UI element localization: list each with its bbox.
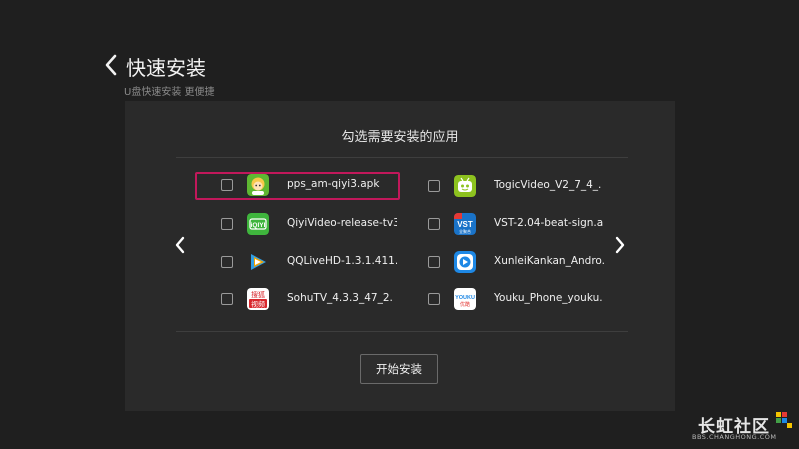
- app-name: VST-2.04-beat-sign.a.: [494, 217, 604, 229]
- sohu-icon-label-top: 搜狐: [251, 290, 265, 299]
- pps-icon: [247, 174, 269, 196]
- iqiyi-icon-label: iQIYI: [251, 222, 266, 229]
- page-title: 快速安装: [126, 56, 206, 80]
- youku-icon-sublabel: 优酷: [460, 301, 470, 308]
- xunlei-icon: [454, 251, 476, 273]
- back-button[interactable]: [100, 52, 122, 78]
- app-name: TogicVideo_V2_7_4_.: [494, 179, 602, 191]
- app-checkbox[interactable]: [428, 218, 440, 230]
- app-item[interactable]: YOUKU 优酷 Youku_Phone_youku.: [402, 286, 607, 314]
- sohu-icon-label-bottom: 视频: [251, 300, 265, 309]
- next-page-button[interactable]: [613, 234, 627, 256]
- app-item[interactable]: iQIYI QiyiVideo-release-tv3.: [195, 211, 400, 239]
- app-item[interactable]: 搜狐 视频 SohuTV_4.3.3_47_2.: [195, 286, 400, 314]
- app-checkbox[interactable]: [428, 293, 440, 305]
- youku-icon: YOUKU 优酷: [454, 288, 476, 310]
- app-checkbox[interactable]: [221, 218, 233, 230]
- chevron-right-icon: [615, 236, 625, 254]
- panel-title: 勾选需要安装的应用: [341, 130, 459, 145]
- app-item[interactable]: QQLiveHD-1.3.1.411.: [195, 249, 400, 277]
- vst-icon-label: VST: [457, 220, 473, 229]
- app-item[interactable]: TogicVideo_V2_7_4_.: [402, 173, 607, 201]
- app-name: pps_am-qiyi3.apk: [287, 178, 380, 190]
- togic-icon: [454, 175, 476, 197]
- app-checkbox[interactable]: [221, 293, 233, 305]
- sohu-video-icon: 搜狐 视频: [247, 288, 269, 310]
- vst-icon-sublabel: 全聚合: [459, 228, 471, 234]
- app-item[interactable]: XunleiKankan_Andro.: [402, 249, 607, 277]
- app-checkbox[interactable]: [221, 179, 233, 191]
- watermark-url: BBS.CHANGHONG.COM: [692, 433, 777, 441]
- iqiyi-icon: iQIYI: [247, 213, 269, 235]
- start-install-button[interactable]: 开始安装: [360, 354, 438, 384]
- tencent-video-icon: [247, 251, 269, 273]
- prev-page-button[interactable]: [173, 234, 187, 256]
- vst-icon: VST 全聚合: [454, 213, 476, 235]
- app-name: Youku_Phone_youku.: [494, 292, 603, 304]
- app-checkbox[interactable]: [428, 180, 440, 192]
- app-item[interactable]: VST 全聚合 VST-2.04-beat-sign.a.: [402, 211, 607, 239]
- chevron-left-icon: [105, 54, 117, 76]
- install-panel: 勾选需要安装的应用 pps_am-qiyi3.apk iQIYI QiyiVid…: [125, 101, 675, 411]
- watermark-logo-icon: [776, 412, 792, 428]
- youku-icon-label: YOUKU: [455, 295, 475, 301]
- divider-bottom: [176, 331, 628, 332]
- app-name: QiyiVideo-release-tv3.: [287, 217, 397, 229]
- app-checkbox[interactable]: [221, 256, 233, 268]
- app-name: SohuTV_4.3.3_47_2.: [287, 292, 393, 304]
- watermark: 长虹社区 BBS.CHANGHONG.COM: [690, 412, 795, 444]
- app-name: XunleiKankan_Andro.: [494, 255, 604, 267]
- app-name: QQLiveHD-1.3.1.411.: [287, 255, 397, 267]
- page-subtitle: U盘快速安装 更便捷: [124, 87, 215, 98]
- chevron-left-icon: [175, 236, 185, 254]
- divider-top: [176, 157, 628, 158]
- app-item[interactable]: pps_am-qiyi3.apk: [195, 172, 400, 200]
- app-checkbox[interactable]: [428, 256, 440, 268]
